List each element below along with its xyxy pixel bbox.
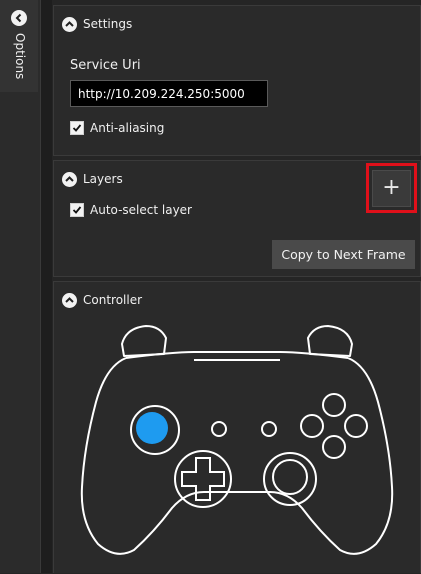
button-b [344, 414, 368, 438]
layers-panel: Layers Auto-select layer + Copy to Next … [53, 160, 421, 277]
auto-select-layer-label: Auto-select layer [90, 203, 192, 217]
settings-header[interactable]: Settings [62, 14, 132, 34]
settings-panel: Settings Service Uri Anti-aliasing [53, 5, 421, 156]
button-a [322, 435, 346, 459]
service-uri-input[interactable] [70, 80, 268, 107]
auto-select-layer-checkbox[interactable]: Auto-select layer [70, 203, 192, 217]
dpad-ring [174, 450, 232, 508]
chevron-left-icon [11, 10, 27, 26]
settings-title: Settings [83, 17, 133, 31]
checkmark-icon [70, 203, 84, 217]
controller-body [80, 357, 394, 555]
left-bumper [121, 325, 167, 357]
copy-to-next-frame-button[interactable]: Copy to Next Frame [272, 240, 415, 269]
add-layer-button[interactable]: + [372, 169, 411, 207]
options-tab-label: Options [13, 33, 27, 80]
service-uri-label: Service Uri [70, 58, 141, 73]
right-bumper [307, 325, 353, 357]
dpad-cross [181, 457, 225, 501]
gamepad-diagram [80, 325, 394, 555]
button-x [300, 414, 324, 438]
controller-top [125, 351, 349, 359]
left-thumbstick-active [136, 412, 168, 444]
layers-header[interactable]: Layers [62, 169, 123, 189]
view-button [211, 421, 227, 437]
options-sidebar: Options [0, 0, 41, 573]
options-tab[interactable]: Options [0, 0, 38, 92]
button-y [322, 393, 346, 417]
add-layer-highlight: + [366, 163, 417, 213]
controller-panel: Controller [53, 281, 421, 573]
gutter [41, 0, 52, 573]
menu-button [261, 421, 277, 437]
layers-title: Layers [83, 172, 123, 186]
anti-aliasing-label: Anti-aliasing [90, 121, 165, 135]
anti-aliasing-checkbox[interactable]: Anti-aliasing [70, 121, 164, 135]
chevron-up-icon [62, 171, 77, 187]
checkmark-icon [70, 121, 84, 135]
right-thumbstick [272, 459, 308, 495]
chevron-up-icon [62, 16, 77, 32]
